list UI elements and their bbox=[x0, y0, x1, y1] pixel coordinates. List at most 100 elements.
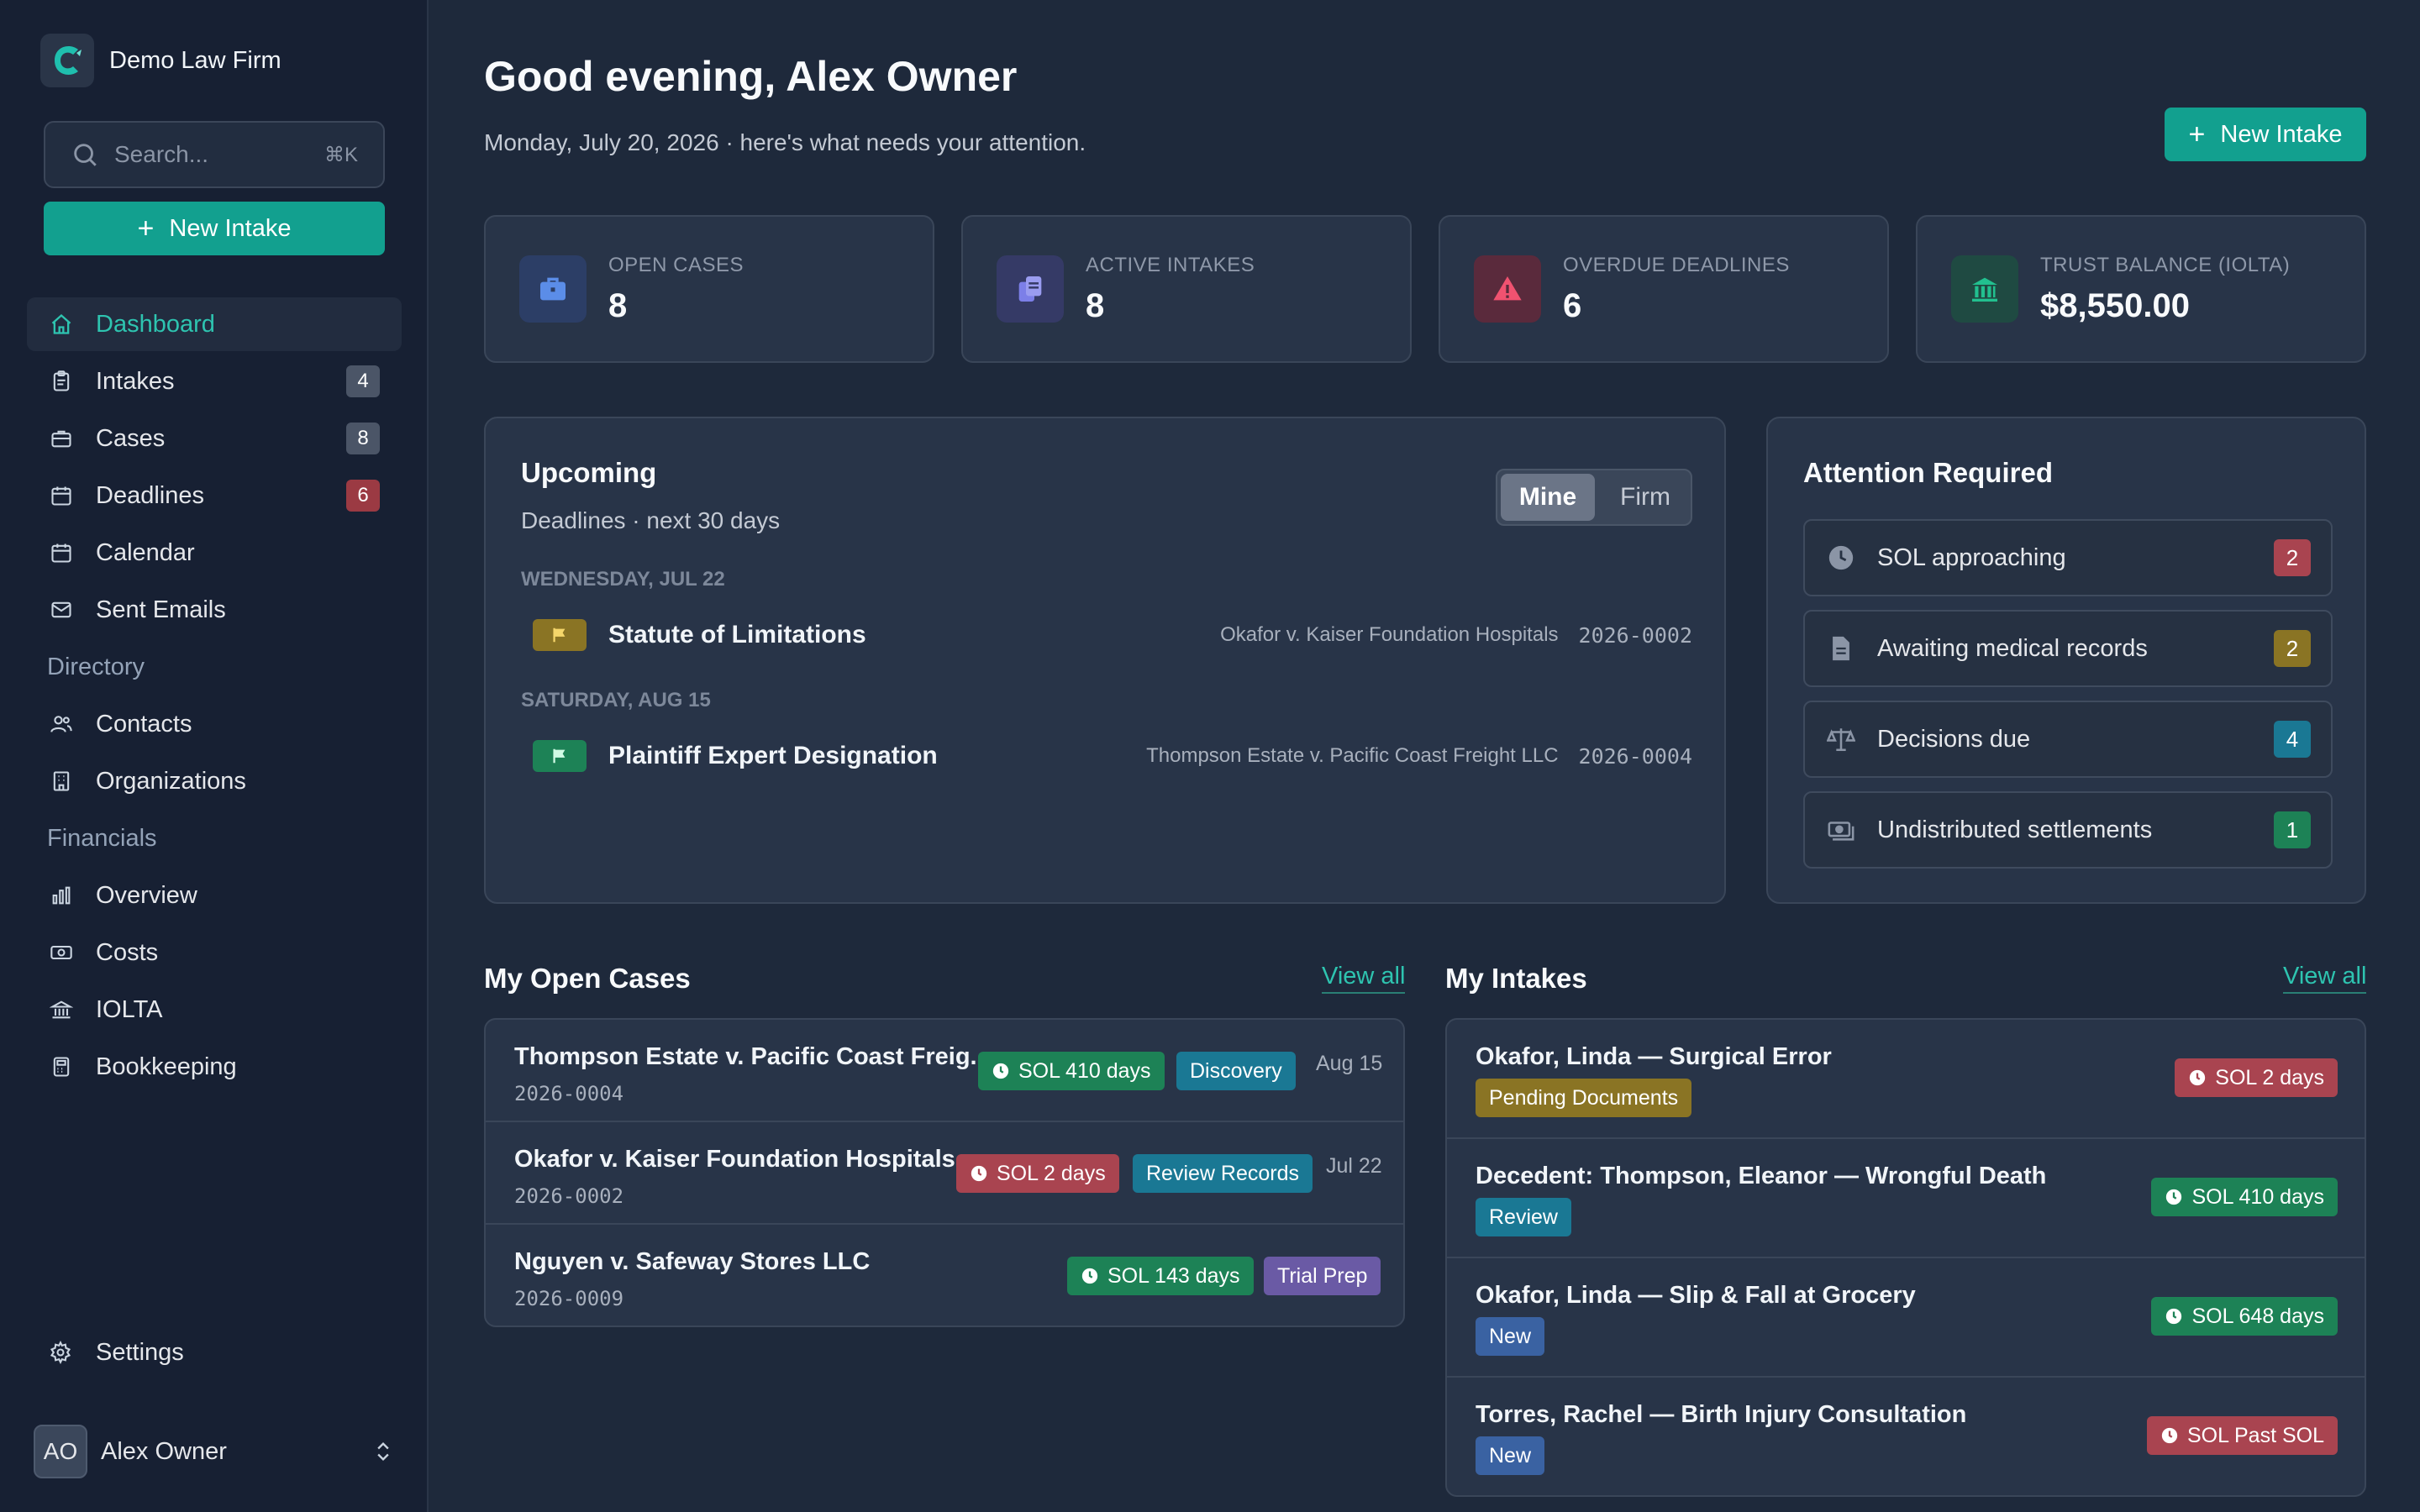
sidebar-nav: Dashboard Intakes 4 Cases 8 Deadlines 6 bbox=[27, 297, 402, 1097]
toggle-mine[interactable]: Mine bbox=[1501, 474, 1595, 521]
stage-badge: Discovery bbox=[1176, 1052, 1296, 1090]
toggle-firm[interactable]: Firm bbox=[1602, 474, 1689, 521]
chevron-up-down-icon bbox=[377, 1442, 389, 1461]
attention-item-settlements[interactable]: Undistributed settlements 1 bbox=[1803, 791, 2333, 869]
stat-open-cases[interactable]: OPEN CASES 8 bbox=[484, 215, 934, 363]
intake-title: Okafor, Linda — Surgical Error bbox=[1476, 1043, 1832, 1070]
sidebar-new-intake-button[interactable]: + New Intake bbox=[44, 202, 385, 255]
list-item[interactable]: Torres, Rachel — Birth Injury Consultati… bbox=[1447, 1378, 2365, 1495]
upcoming-title: Upcoming bbox=[521, 457, 657, 488]
deadline-row[interactable]: Plaintiff Expert Designation Thompson Es… bbox=[533, 731, 1692, 781]
search-shortcut: ⌘K bbox=[324, 143, 358, 166]
list-item[interactable]: Okafor, Linda — Surgical Error Pending D… bbox=[1447, 1020, 2365, 1139]
sidebar-item-settings[interactable]: Settings bbox=[49, 1339, 184, 1367]
sidebar-item-sent-emails[interactable]: Sent Emails bbox=[27, 583, 402, 637]
sol-badge: SOL 648 days bbox=[2151, 1297, 2338, 1336]
sol-badge: SOL 410 days bbox=[2151, 1178, 2338, 1216]
table-row[interactable]: Thompson Estate v. Pacific Coast Freig..… bbox=[486, 1020, 1403, 1122]
stat-value: $8,550.00 bbox=[2040, 287, 2190, 324]
flag-icon bbox=[533, 619, 587, 651]
attention-item-sol[interactable]: SOL approaching 2 bbox=[1803, 519, 2333, 596]
stat-label: OPEN CASES bbox=[608, 254, 744, 276]
sol-text: SOL 2 days bbox=[2215, 1065, 2324, 1089]
bank-icon bbox=[1951, 255, 2018, 323]
intake-title: Okafor, Linda — Slip & Fall at Grocery bbox=[1476, 1282, 1916, 1309]
money-icon bbox=[1825, 814, 1857, 846]
clock-icon bbox=[1081, 1268, 1098, 1284]
calculator-icon bbox=[49, 1054, 74, 1079]
intakes-title: My Intakes bbox=[1445, 963, 1587, 994]
sidebar-item-calendar[interactable]: Calendar bbox=[27, 526, 402, 580]
intakes-list: Okafor, Linda — Surgical Error Pending D… bbox=[1445, 1018, 2366, 1497]
search-input[interactable]: Search... ⌘K bbox=[44, 121, 385, 188]
open-cases-view-all-link[interactable]: View all bbox=[1322, 963, 1406, 994]
case-title: Thompson Estate v. Pacific Coast Freig..… bbox=[514, 1043, 991, 1070]
new-intake-label: New Intake bbox=[169, 214, 292, 242]
table-row[interactable]: Okafor v. Kaiser Foundation Hospitals 20… bbox=[486, 1122, 1403, 1225]
deadline-title: Statute of Limitations bbox=[608, 621, 866, 648]
list-item[interactable]: Okafor, Linda — Slip & Fall at Grocery N… bbox=[1447, 1258, 2365, 1378]
sol-badge: SOL Past SOL bbox=[2146, 1416, 2338, 1455]
sol-text: SOL 2 days bbox=[997, 1161, 1106, 1185]
sidebar-item-intakes[interactable]: Intakes 4 bbox=[27, 354, 402, 408]
page-title: Good evening, Alex Owner bbox=[484, 53, 1018, 100]
upcoming-panel: Upcoming Deadlines · next 30 days Mine F… bbox=[484, 417, 1726, 904]
sidebar-item-label: Sent Emails bbox=[96, 596, 226, 623]
mine-firm-toggle: Mine Firm bbox=[1496, 469, 1692, 526]
sidebar-item-deadlines[interactable]: Deadlines 6 bbox=[27, 469, 402, 522]
stat-label: ACTIVE INTAKES bbox=[1086, 254, 1255, 276]
sidebar-item-bookkeeping[interactable]: Bookkeeping bbox=[27, 1040, 402, 1094]
sol-badge: SOL 143 days bbox=[1067, 1257, 1254, 1295]
banknote-icon bbox=[49, 940, 74, 965]
intakes-count-badge: 4 bbox=[346, 365, 380, 397]
sidebar-item-label: Overview bbox=[96, 881, 197, 909]
sidebar-item-label: Calendar bbox=[96, 538, 195, 566]
clock-icon bbox=[1825, 542, 1857, 574]
user-name: Alex Owner bbox=[101, 1437, 227, 1465]
stat-trust-balance[interactable]: TRUST BALANCE (IOLTA) $8,550.00 bbox=[1916, 215, 2366, 363]
mail-icon bbox=[49, 597, 74, 622]
attention-item-medical-records[interactable]: Awaiting medical records 2 bbox=[1803, 610, 2333, 687]
sidebar-item-costs[interactable]: Costs bbox=[27, 926, 402, 979]
home-icon bbox=[49, 312, 74, 337]
sidebar-item-label: Costs bbox=[96, 938, 159, 966]
status-badge: Pending Documents bbox=[1476, 1079, 1692, 1117]
gear-icon bbox=[49, 1340, 74, 1366]
brand[interactable]: Demo Law Firm bbox=[40, 34, 281, 87]
calendar-icon bbox=[49, 483, 74, 508]
sol-badge: SOL 2 days bbox=[2175, 1058, 2338, 1097]
plus-icon: + bbox=[137, 213, 155, 244]
status-badge: New bbox=[1476, 1317, 1545, 1356]
table-row[interactable]: Nguyen v. Safeway Stores LLC 2026-0009 S… bbox=[486, 1225, 1403, 1326]
case-title: Nguyen v. Safeway Stores LLC bbox=[514, 1248, 871, 1275]
sidebar-item-label: Contacts bbox=[96, 710, 192, 738]
intakes-view-all-link[interactable]: View all bbox=[2283, 963, 2367, 994]
sidebar-item-contacts[interactable]: Contacts bbox=[27, 697, 402, 751]
upcoming-subtitle: Deadlines · next 30 days bbox=[521, 507, 781, 533]
users-icon bbox=[49, 711, 74, 737]
attention-label: Awaiting medical records bbox=[1877, 634, 2148, 662]
attention-label: Decisions due bbox=[1877, 725, 2031, 753]
stat-label: OVERDUE DEADLINES bbox=[1563, 254, 1790, 276]
stat-active-intakes[interactable]: ACTIVE INTAKES 8 bbox=[961, 215, 1412, 363]
sidebar-item-cases[interactable]: Cases 8 bbox=[27, 412, 402, 465]
stat-overdue-deadlines[interactable]: OVERDUE DEADLINES 6 bbox=[1439, 215, 1889, 363]
attention-item-decisions-due[interactable]: Decisions due 4 bbox=[1803, 701, 2333, 778]
sidebar-item-iolta[interactable]: IOLTA bbox=[27, 983, 402, 1037]
clock-icon bbox=[971, 1165, 987, 1182]
case-title: Okafor v. Kaiser Foundation Hospitals bbox=[514, 1146, 955, 1173]
open-cases-list: Thompson Estate v. Pacific Coast Freig..… bbox=[484, 1018, 1405, 1327]
deadline-case: Thompson Estate v. Pacific Coast Freight… bbox=[1146, 744, 1559, 767]
deadline-row[interactable]: Statute of Limitations Okafor v. Kaiser … bbox=[533, 610, 1692, 660]
sidebar-item-overview[interactable]: Overview bbox=[27, 869, 402, 922]
sidebar-item-organizations[interactable]: Organizations bbox=[27, 754, 402, 808]
clock-icon bbox=[2190, 1069, 2206, 1086]
attention-count-badge: 4 bbox=[2274, 721, 2311, 758]
sidebar-item-dashboard[interactable]: Dashboard bbox=[27, 297, 402, 351]
list-item[interactable]: Decedent: Thompson, Eleanor — Wrongful D… bbox=[1447, 1139, 2365, 1258]
header-new-intake-button[interactable]: + New Intake bbox=[2165, 108, 2366, 161]
stat-value: 6 bbox=[1563, 287, 1582, 324]
stat-value: 8 bbox=[1086, 287, 1105, 324]
document-icon bbox=[1825, 633, 1857, 664]
user-menu[interactable]: AO Alex Owner bbox=[34, 1425, 395, 1478]
